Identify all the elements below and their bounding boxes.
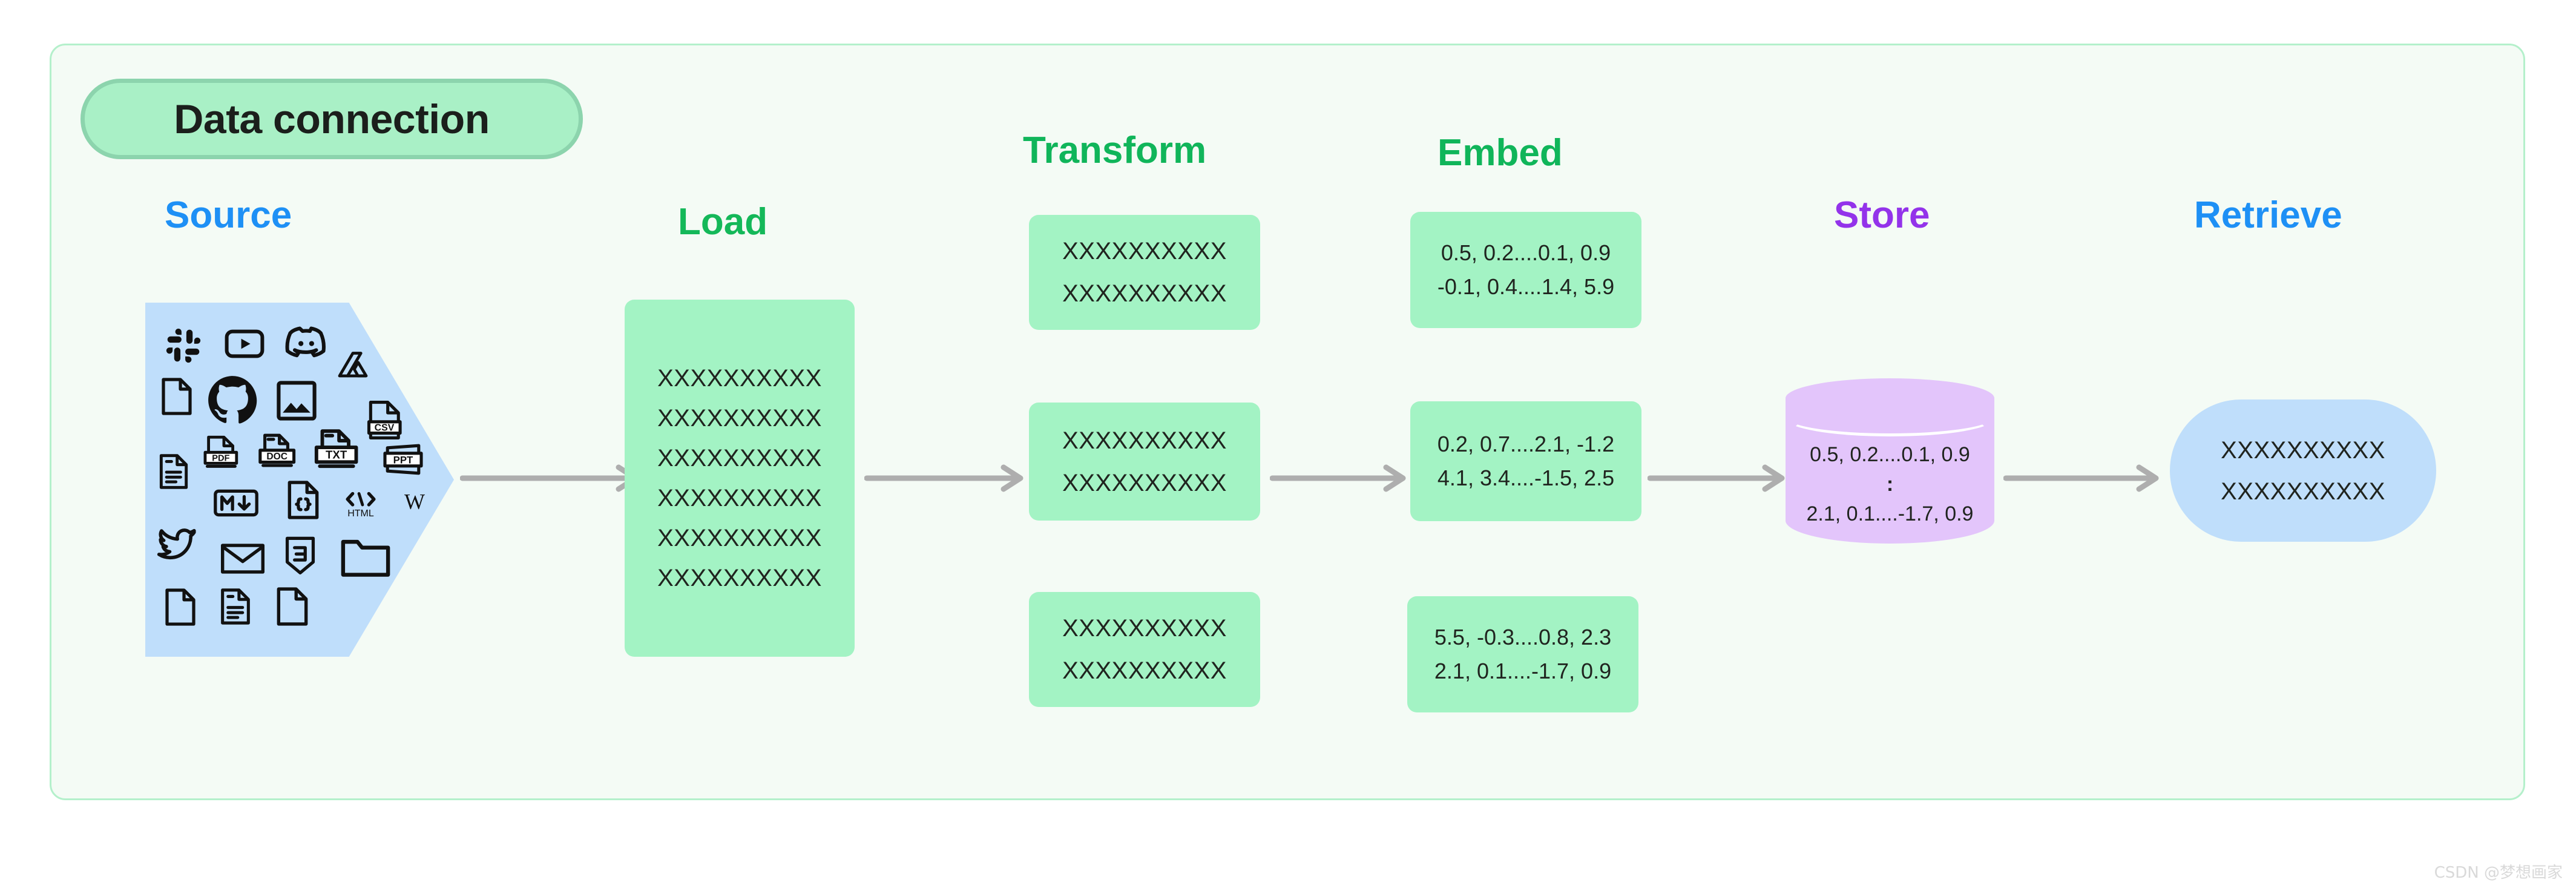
csv-file-icon: CSV: [366, 399, 403, 441]
github-icon: [207, 374, 258, 425]
document-lines-icon: [157, 453, 190, 490]
retrieve-line: XXXXXXXXXX: [2221, 436, 2385, 464]
discord-icon: [283, 320, 329, 366]
folder-icon: [340, 539, 391, 577]
ppt-file-icon: PPT: [381, 441, 425, 478]
store-ellipsis: :: [1886, 473, 1894, 496]
slack-icon: [165, 327, 202, 364]
file-text-icon: [219, 587, 252, 626]
load-line: XXXXXXXXXX: [657, 365, 822, 392]
svg-text:PDF: PDF: [212, 453, 229, 463]
doc-file-icon: DOC: [257, 433, 297, 473]
heading-source: Source: [165, 194, 292, 236]
data-connection-badge: Data connection: [80, 79, 583, 159]
json-code-file-icon: [286, 479, 321, 521]
embed-line: 5.5, -0.3....0.8, 2.3: [1434, 625, 1612, 649]
transform-box: XXXXXXXXXX XXXXXXXXXX: [1029, 215, 1260, 330]
arrow-source-to-load: [460, 460, 642, 496]
transform-line: XXXXXXXXXX: [1062, 238, 1227, 265]
embed-box: 0.2, 0.7....2.1, -1.2 4.1, 3.4....-1.5, …: [1410, 401, 1641, 521]
embed-line: 0.5, 0.2....0.1, 0.9: [1441, 240, 1611, 265]
svg-text:W: W: [404, 490, 425, 514]
arrow-transform-to-embed: [1270, 460, 1409, 496]
load-line: XXXXXXXXXX: [657, 525, 822, 551]
txt-file-icon: TXT: [314, 429, 360, 475]
diagram-page: Data connection Source Load Transform Em…: [0, 0, 2576, 891]
load-box: XXXXXXXXXX XXXXXXXXXX XXXXXXXXXX XXXXXXX…: [625, 300, 855, 657]
arrow-load-to-transform: [864, 460, 1027, 496]
svg-text:TXT: TXT: [326, 449, 347, 461]
transform-line: XXXXXXXXXX: [1062, 657, 1227, 684]
svg-text:HTML: HTML: [347, 508, 374, 519]
transform-line: XXXXXXXXXX: [1062, 469, 1227, 496]
arrow-embed-to-store: [1648, 460, 1788, 496]
source-icon-grid: CSV PDF DOC TXT PPT HTML W: [145, 303, 454, 657]
svg-text:DOC: DOC: [266, 452, 288, 462]
embed-box: 5.5, -0.3....0.8, 2.3 2.1, 0.1....-1.7, …: [1407, 596, 1638, 712]
heading-retrieve: Retrieve: [2194, 194, 2342, 236]
load-line: XXXXXXXXXX: [657, 485, 822, 511]
svg-text:PPT: PPT: [393, 455, 413, 466]
pdf-file-icon: PDF: [201, 435, 242, 472]
embed-line: -0.1, 0.4....1.4, 5.9: [1437, 274, 1615, 299]
image-icon: [274, 378, 319, 423]
transform-box: XXXXXXXXXX XXXXXXXXXX: [1029, 592, 1260, 707]
embed-line: 2.1, 0.1....-1.7, 0.9: [1434, 659, 1612, 683]
file-blank-icon: [275, 586, 310, 627]
watermark: CSDN @梦想画家: [2434, 864, 2563, 882]
twitter-icon: [155, 525, 199, 563]
wikipedia-icon: W: [398, 484, 431, 517]
embed-box: 0.5, 0.2....0.1, 0.9 -0.1, 0.4....1.4, 5…: [1410, 212, 1641, 328]
transform-line: XXXXXXXXXX: [1062, 280, 1227, 307]
svg-text:CSV: CSV: [375, 423, 395, 433]
load-line: XXXXXXXXXX: [657, 445, 822, 472]
transform-line: XXXXXXXXXX: [1062, 615, 1227, 642]
file-icon: [159, 376, 195, 416]
email-icon: [220, 542, 265, 576]
arrow-store-to-retrieve: [2003, 460, 2162, 496]
file-plain-icon: [163, 587, 197, 627]
embed-line: 4.1, 3.4....-1.5, 2.5: [1437, 465, 1615, 490]
store-cylinder: 0.5, 0.2....0.1, 0.9 : 2.1, 0.1....-1.7,…: [1786, 378, 1994, 563]
store-line: 2.1, 0.1....-1.7, 0.9: [1806, 502, 1974, 525]
retrieve-line: XXXXXXXXXX: [2221, 478, 2385, 505]
heading-transform: Transform: [1023, 130, 1207, 171]
html-icon: HTML: [340, 487, 381, 520]
markdown-icon: [213, 487, 259, 519]
css3-icon: [283, 536, 317, 576]
data-connection-label: Data connection: [174, 96, 490, 142]
google-drive-icon: [335, 348, 371, 384]
load-line: XXXXXXXXXX: [657, 405, 822, 432]
retrieve-box: XXXXXXXXXX XXXXXXXXXX: [2170, 399, 2436, 542]
load-line: XXXXXXXXXX: [657, 565, 822, 591]
store-line: 0.5, 0.2....0.1, 0.9: [1810, 443, 1970, 466]
heading-store: Store: [1834, 194, 1930, 236]
heading-load: Load: [678, 201, 768, 243]
embed-line: 0.2, 0.7....2.1, -1.2: [1437, 432, 1615, 456]
youtube-icon: [223, 322, 266, 366]
transform-box: XXXXXXXXXX XXXXXXXXXX: [1029, 403, 1260, 521]
heading-embed: Embed: [1438, 132, 1563, 174]
cylinder-text: 0.5, 0.2....0.1, 0.9 : 2.1, 0.1....-1.7,…: [1786, 439, 1994, 530]
transform-line: XXXXXXXXXX: [1062, 427, 1227, 454]
cylinder-top-ellipse: [1786, 378, 1994, 418]
